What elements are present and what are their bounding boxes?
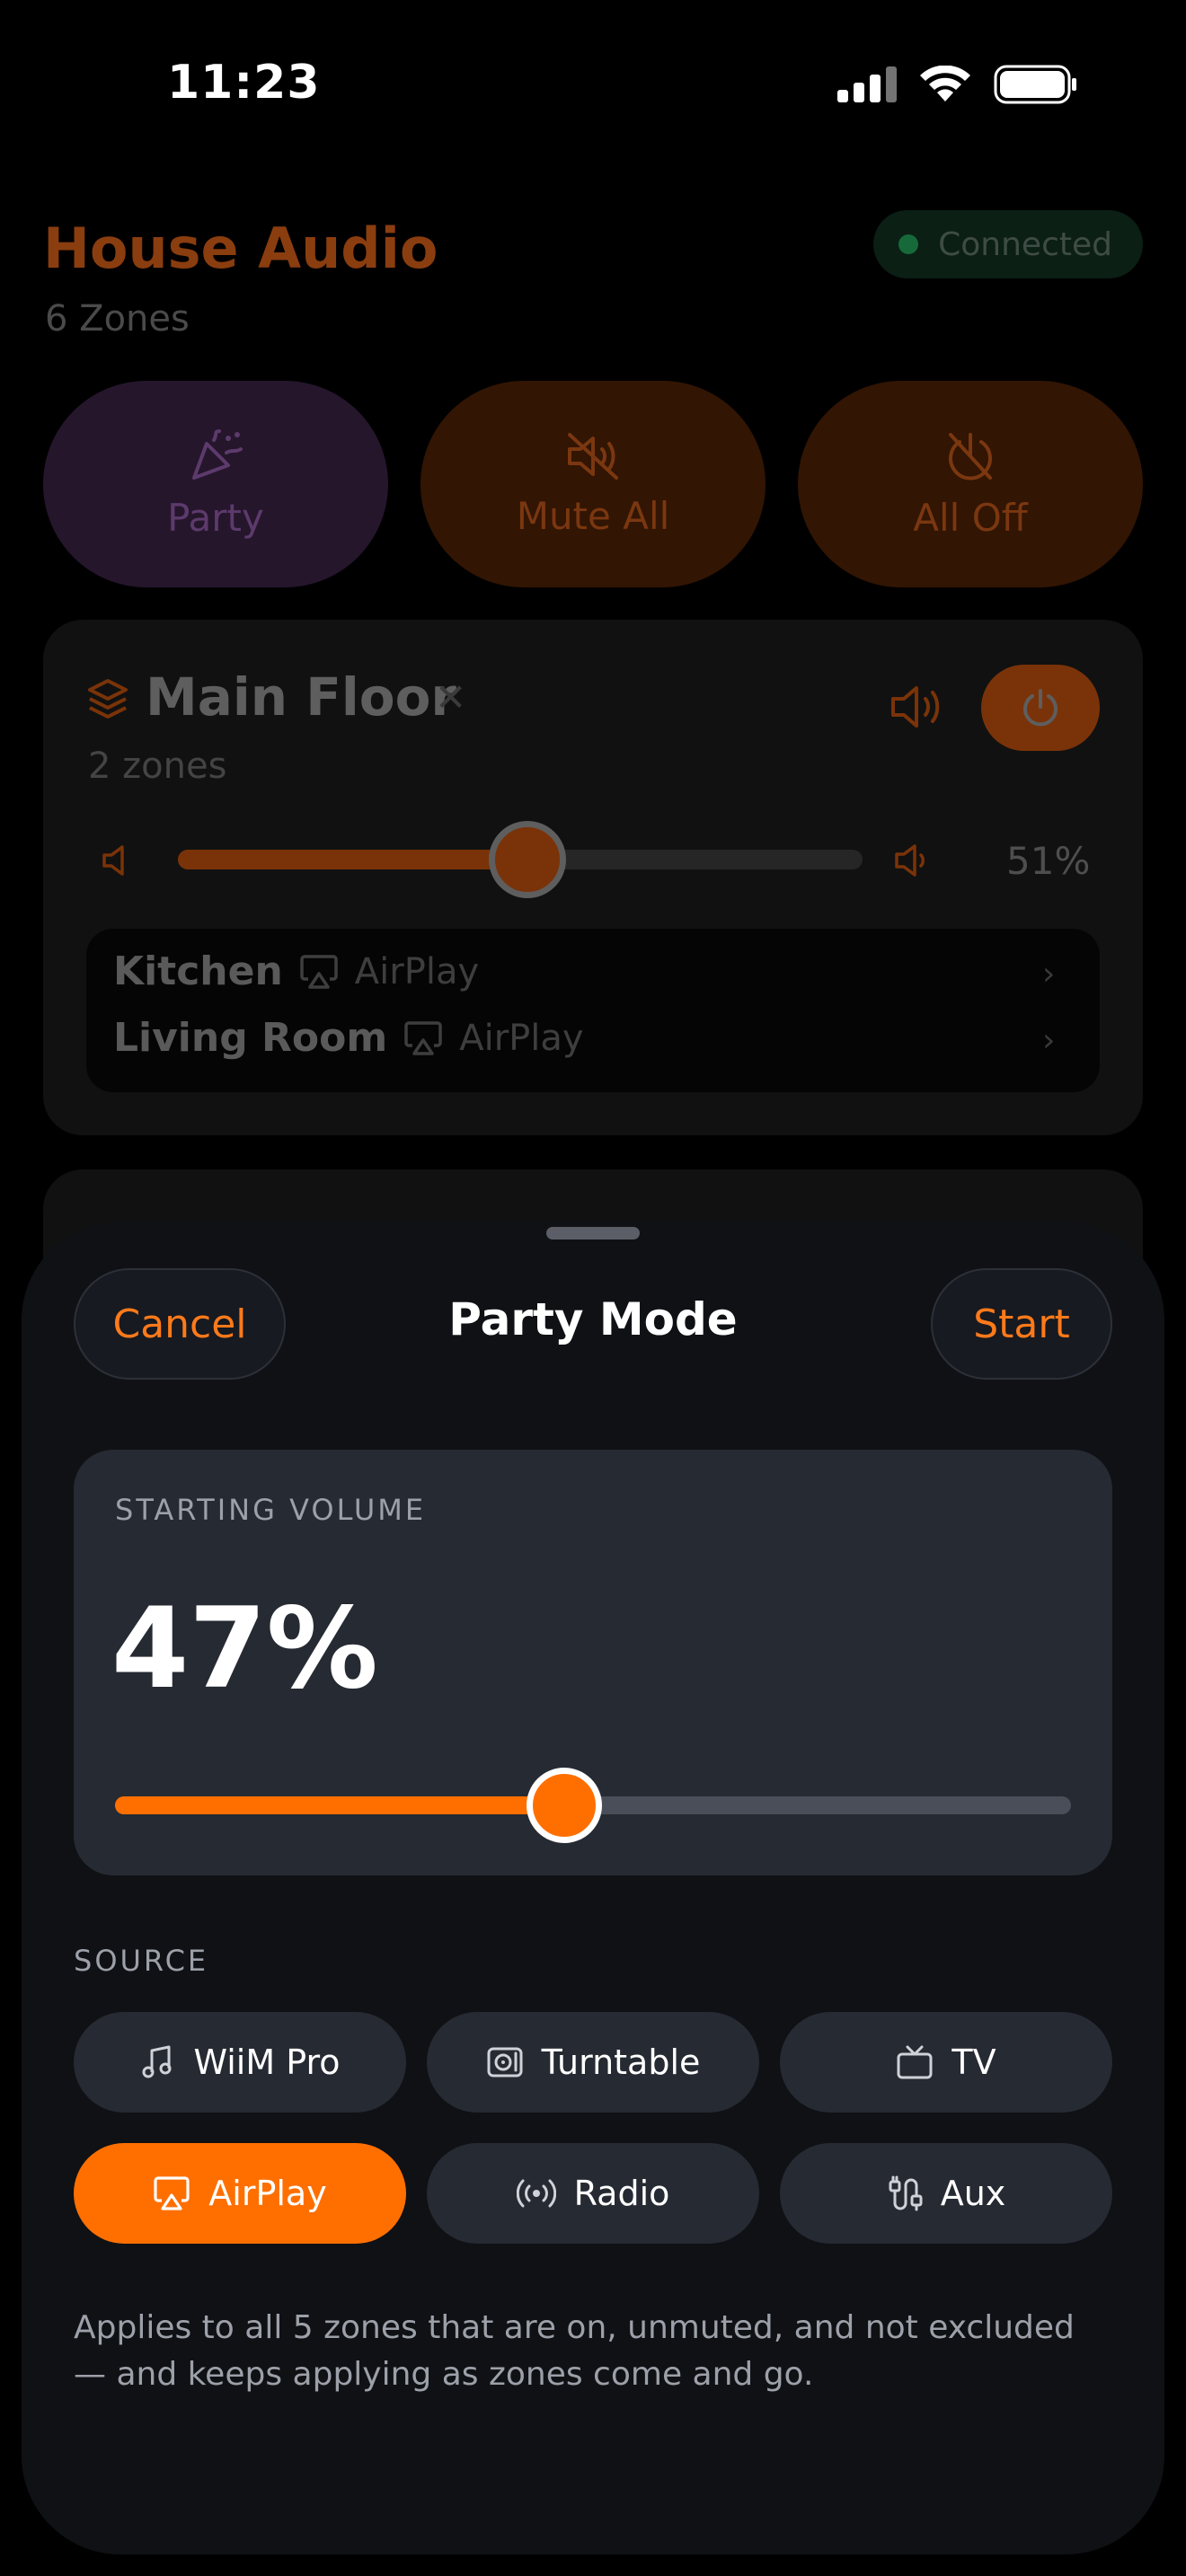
list-item[interactable]: Living Room AirPlay bbox=[113, 1015, 584, 1061]
layers-icon bbox=[88, 679, 128, 719]
party-button[interactable]: Party bbox=[43, 381, 388, 587]
status-dot bbox=[898, 234, 919, 254]
party-popper-icon bbox=[192, 428, 243, 480]
source-label-text: AirPlay bbox=[208, 2174, 327, 2213]
zone-volume-percent: 51% bbox=[1006, 839, 1091, 883]
source-aux[interactable]: Aux bbox=[780, 2143, 1112, 2244]
room-name: Kitchen bbox=[113, 948, 283, 994]
source-tv[interactable]: TV bbox=[780, 2012, 1112, 2113]
zone-count: 6 Zones bbox=[45, 298, 190, 340]
starting-volume-thumb[interactable] bbox=[527, 1768, 603, 1843]
source-wiim-pro[interactable]: WiiM Pro bbox=[74, 2012, 406, 2113]
connection-badge: Connected bbox=[873, 210, 1143, 278]
mute-all-label: Mute All bbox=[516, 493, 670, 538]
power-off-icon bbox=[949, 432, 992, 480]
turntable-icon bbox=[487, 2047, 523, 2078]
source-label-text: Aux bbox=[940, 2174, 1006, 2213]
party-mode-note: Applies to all 5 zones that are on, unmu… bbox=[74, 2309, 1075, 2393]
starting-volume-label: STARTING VOLUME bbox=[115, 1493, 427, 1527]
power-icon bbox=[1023, 689, 1058, 727]
volume-high-icon bbox=[895, 844, 925, 877]
chevron-right-icon: › bbox=[1042, 1022, 1056, 1059]
source-label-text: WiiM Pro bbox=[193, 2042, 341, 2082]
source-label-text: Radio bbox=[573, 2174, 670, 2213]
source-radio[interactable]: Radio bbox=[427, 2143, 759, 2244]
source-turntable[interactable]: Turntable bbox=[427, 2012, 759, 2113]
zone-group-name: Main Floor bbox=[146, 666, 457, 728]
zone-group-count: 2 zones bbox=[88, 745, 227, 787]
airplay-icon bbox=[154, 2176, 190, 2210]
room-name: Living Room bbox=[113, 1015, 388, 1061]
sheet-grabber[interactable] bbox=[546, 1227, 640, 1239]
start-button[interactable]: Start bbox=[931, 1268, 1112, 1380]
all-off-label: All Off bbox=[913, 495, 1028, 540]
page-title: House Audio bbox=[43, 216, 438, 281]
source-label: SOURCE bbox=[74, 1944, 209, 1978]
aux-cable-icon bbox=[889, 2175, 923, 2211]
starting-volume-value: 47% bbox=[111, 1584, 378, 1714]
airplay-icon bbox=[404, 1020, 442, 1055]
source-label-text: Turntable bbox=[541, 2042, 701, 2082]
chevron-right-icon: › bbox=[1042, 956, 1056, 992]
airplay-icon bbox=[300, 954, 338, 989]
source-airplay[interactable]: AirPlay bbox=[74, 2143, 406, 2244]
speaker-muted-icon bbox=[568, 432, 618, 480]
speaker-volume-icon[interactable] bbox=[888, 681, 945, 733]
zone-power-button[interactable] bbox=[981, 665, 1100, 751]
tv-icon bbox=[897, 2045, 933, 2079]
party-label: Party bbox=[167, 495, 264, 540]
ungroup-icon[interactable]: ✕ bbox=[435, 675, 466, 719]
zone-volume-thumb[interactable] bbox=[488, 821, 566, 898]
mute-all-button[interactable]: Mute All bbox=[420, 381, 766, 587]
volume-low-icon bbox=[102, 845, 124, 876]
music-note-icon bbox=[142, 2045, 172, 2078]
room-source: AirPlay bbox=[459, 1017, 584, 1059]
zone-volume-fill bbox=[178, 850, 527, 869]
source-label-text: TV bbox=[951, 2042, 996, 2082]
all-off-button[interactable]: All Off bbox=[798, 381, 1143, 587]
room-source: AirPlay bbox=[354, 950, 480, 992]
radio-icon bbox=[516, 2179, 556, 2208]
connection-status: Connected bbox=[938, 225, 1112, 263]
list-item[interactable]: Kitchen AirPlay bbox=[113, 948, 479, 994]
starting-volume-fill bbox=[115, 1796, 565, 1814]
